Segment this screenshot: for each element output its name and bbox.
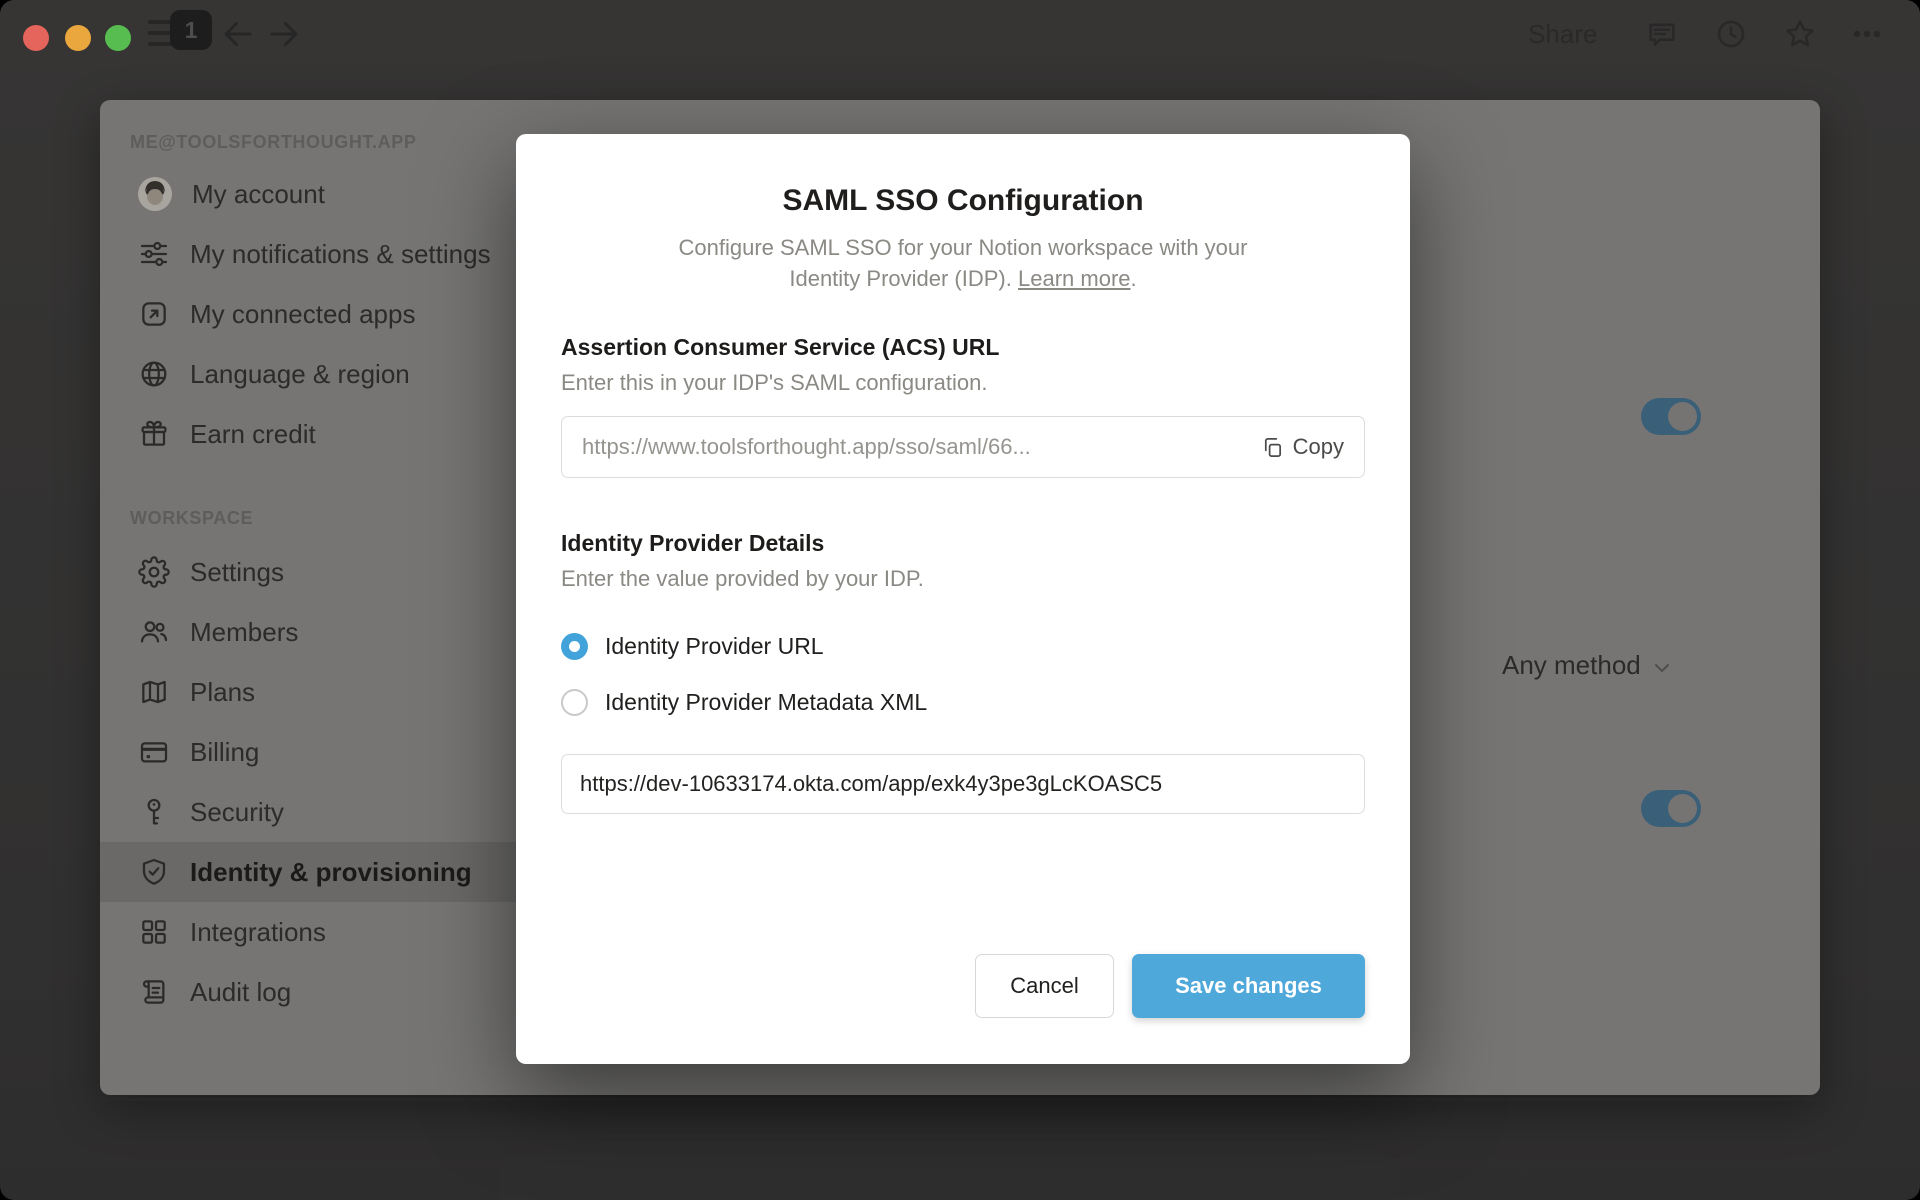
sidebar-item-billing[interactable]: Billing — [100, 722, 540, 782]
map-icon — [138, 676, 170, 708]
comments-icon[interactable] — [1645, 17, 1679, 51]
acs-url-description: Enter this in your IDP's SAML configurat… — [561, 370, 988, 395]
gear-icon — [138, 556, 170, 588]
sidebar-item-label: Security — [190, 796, 284, 827]
arrow-up-right-square-icon — [138, 298, 170, 330]
radio-label: Identity Provider URL — [605, 632, 824, 659]
more-options-icon[interactable] — [1850, 17, 1884, 51]
copy-icon — [1264, 437, 1281, 457]
sidebar-item-label: Settings — [190, 556, 284, 587]
favorite-star-icon[interactable] — [1783, 17, 1817, 51]
sidebar-item-language-region[interactable]: Language & region — [100, 344, 540, 404]
sidebar-item-label: My account — [192, 178, 325, 209]
sidebar-item-integrations[interactable]: Integrations — [100, 902, 540, 962]
idp-url-input[interactable]: https://dev-10633174.okta.com/app/exk4y3… — [561, 754, 1365, 814]
page-behind-notch — [500, 1155, 1400, 1200]
learn-more-link[interactable]: Learn more — [1018, 266, 1131, 291]
copy-button-label: Copy — [1292, 434, 1344, 459]
acs-url-heading: Assertion Consumer Service (ACS) URL — [561, 334, 1000, 360]
scroll-icon — [138, 976, 170, 1008]
dialog-title: SAML SSO Configuration — [782, 184, 1144, 217]
acs-url-field: https://www.toolsforthought.app/sso/saml… — [561, 416, 1365, 478]
share-button[interactable]: Share — [1528, 19, 1597, 50]
sidebar-item-label: My notifications & settings — [190, 238, 491, 269]
radio-label: Identity Provider Metadata XML — [605, 688, 928, 715]
key-icon — [138, 796, 170, 828]
sidebar-item-my-account[interactable]: My account — [100, 164, 540, 224]
sidebar-item-my-notifications[interactable]: My notifications & settings — [100, 224, 540, 284]
forward-arrow-icon[interactable] — [266, 16, 302, 52]
divider — [100, 1098, 1820, 1101]
sidebar-item-settings[interactable]: Settings — [100, 542, 540, 602]
idp-details-description: Enter the value provided by your IDP. — [561, 566, 924, 591]
sidebar-item-label: Identity & provisioning — [190, 856, 472, 887]
zoom-button[interactable] — [105, 25, 131, 51]
sidebar-item-label: Members — [190, 616, 299, 647]
grid-icon — [138, 916, 170, 948]
dialog-subtitle: Configure SAML SSO for your Notion works… — [678, 235, 1248, 291]
sidebar-item-label: Plans — [190, 676, 256, 707]
cancel-button[interactable]: Cancel — [975, 954, 1114, 1018]
sliders-icon — [138, 238, 170, 270]
sidebar-item-audit-log[interactable]: Audit log — [100, 962, 540, 1022]
sidebar-item-label: Billing — [190, 736, 260, 767]
login-method-dropdown-dimmed[interactable]: Any method — [1502, 650, 1674, 681]
sidebar-item-earn-credit[interactable]: Earn credit — [100, 404, 540, 464]
radio-unselected-icon[interactable] — [561, 688, 588, 716]
shield-check-icon — [138, 856, 170, 888]
scim-toggle-dimmed[interactable] — [1641, 790, 1701, 827]
sidebar-item-security[interactable]: Security — [100, 782, 540, 842]
account-section-header: ME@TOOLSFORTHOUGHT.APP — [130, 132, 417, 152]
saml-toggle-dimmed[interactable] — [1641, 398, 1701, 435]
copy-button[interactable]: Copy — [1261, 434, 1344, 460]
sidebar-item-plans[interactable]: Plans — [100, 662, 540, 722]
sidebar-item-label: Earn credit — [190, 418, 316, 449]
sidebar-item-label: Audit log — [190, 976, 292, 1007]
saml-sso-dialog: SAML SSO Configuration Configure SAML SS… — [516, 134, 1410, 1064]
sidebar-item-label: My connected apps — [190, 298, 416, 329]
app-window: 1 Share ME@TOOLSFORTHOUGHT.APP My accoun… — [0, 0, 1920, 1200]
user-avatar — [138, 177, 172, 211]
radio-option-idp-url[interactable]: Identity Provider URL — [561, 618, 1365, 674]
sidebar-item-my-connected-apps[interactable]: My connected apps — [100, 284, 540, 344]
globe-icon — [138, 358, 170, 390]
gift-icon — [138, 418, 170, 450]
back-arrow-icon[interactable] — [220, 16, 256, 52]
updates-clock-icon[interactable] — [1714, 17, 1748, 51]
idp-details-heading: Identity Provider Details — [561, 530, 825, 556]
close-button[interactable] — [23, 25, 49, 51]
chevron-down-icon — [1654, 663, 1669, 672]
acs-url-value: https://www.toolsforthought.app/sso/saml… — [582, 434, 1031, 459]
sidebar-item-label: Integrations — [190, 916, 326, 947]
titlebar: 1 Share — [0, 0, 1920, 68]
workspace-section-header: WORKSPACE — [130, 508, 254, 528]
login-method-value: Any method — [1502, 650, 1641, 680]
people-icon — [138, 616, 170, 648]
radio-option-idp-metadata-xml[interactable]: Identity Provider Metadata XML — [561, 674, 1365, 730]
sidebar-item-members[interactable]: Members — [100, 602, 540, 662]
credit-card-icon — [138, 736, 170, 768]
notification-badge[interactable]: 1 — [170, 10, 212, 50]
settings-sidebar: ME@TOOLSFORTHOUGHT.APP My account My not… — [100, 100, 540, 1095]
radio-selected-icon[interactable] — [561, 632, 588, 660]
sidebar-item-label: Language & region — [190, 358, 410, 389]
save-changes-button[interactable]: Save changes — [1132, 954, 1365, 1018]
sidebar-item-identity-provisioning[interactable]: Identity & provisioning — [100, 842, 540, 902]
minimize-button[interactable] — [65, 25, 91, 51]
